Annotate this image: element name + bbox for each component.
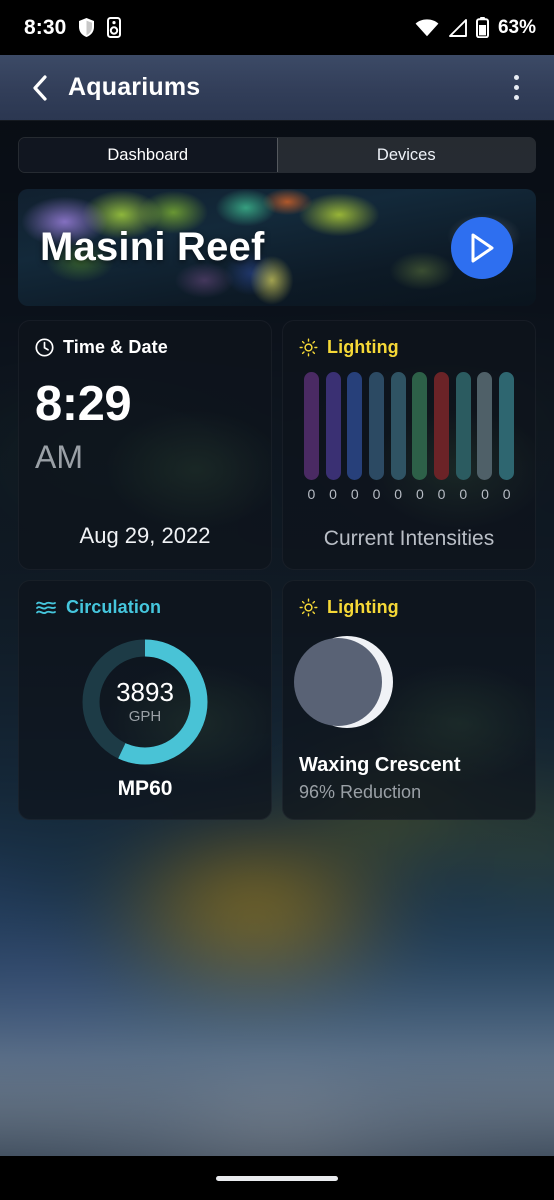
intensity-value-label: 0 [307, 486, 316, 502]
lighting-moon-card[interactable]: Lighting Waxing Crescent 96% Reduction [282, 580, 536, 820]
card-title: Time & Date [63, 337, 168, 357]
flow-unit: GPH [128, 708, 162, 726]
intensity-value-label: 0 [394, 486, 403, 502]
waves-icon [36, 601, 56, 614]
intensity-bar [347, 372, 363, 480]
moon-shadow-disc [294, 638, 382, 726]
battery-percent-label: 63% [497, 16, 536, 38]
overflow-menu-button[interactable] [498, 68, 534, 108]
circulation-card[interactable]: Circulation 3893 GPH MP60 [18, 580, 272, 820]
aquarium-name: Masini Reef [40, 225, 265, 269]
app-bar: Aquariums [0, 55, 554, 120]
intensity-value-label: 0 [459, 486, 468, 502]
intensity-bar [412, 372, 428, 480]
aquarium-hero-card[interactable]: Masini Reef [18, 189, 536, 306]
card-header: Lighting [299, 337, 519, 358]
clock-icon [35, 338, 54, 357]
overflow-dot [513, 95, 519, 100]
intensity-bar [303, 372, 319, 480]
overflow-dot [513, 85, 519, 90]
intensity-channel: 0 [389, 372, 408, 502]
wifi-icon [415, 18, 439, 36]
intensity-bar [390, 372, 406, 480]
intensity-bar [499, 372, 515, 480]
intensity-value-label: 0 [481, 486, 489, 502]
intensity-value-label: 0 [502, 486, 511, 502]
intensity-bar [434, 372, 450, 480]
sun-icon [299, 338, 318, 357]
intensity-bar [325, 372, 341, 480]
chevron-left-icon [33, 74, 47, 101]
intensity-bar-chart: 0000000000 [299, 372, 519, 502]
flow-gauge-center: 3893 GPH [77, 634, 213, 770]
intensity-channel: 0 [345, 372, 364, 502]
home-indicator[interactable] [216, 1175, 338, 1181]
circulation-device-name: MP60 [117, 777, 173, 800]
back-button[interactable] [22, 70, 58, 106]
lighting-intensities-card[interactable]: Lighting 0000000000 Current Intensities [282, 320, 536, 570]
intensity-channel: 0 [454, 372, 473, 502]
waxing-crescent-moon-icon [294, 636, 393, 728]
sun-icon [299, 598, 318, 617]
speaker-key-icon [107, 17, 122, 38]
play-icon [471, 233, 494, 262]
current-time: 8:29 [35, 377, 132, 431]
cell-signal-icon [449, 18, 467, 37]
tab-devices[interactable]: Devices [276, 138, 535, 172]
intensity-value-label: 0 [372, 486, 381, 502]
intensity-channel: 0 [302, 372, 321, 502]
intensity-value-label: 0 [437, 486, 446, 502]
tab-dashboard[interactable]: Dashboard [19, 138, 277, 172]
dashboard-card-grid: Time & Date 8:29 AM Aug 29, 2022 Lightin… [18, 320, 536, 820]
intensities-caption: Current Intensities [323, 527, 495, 550]
page-title: Aquariums [68, 73, 201, 101]
intensity-value-label: 0 [415, 486, 424, 502]
intensity-channel: 0 [367, 372, 386, 502]
current-time-ampm: AM [35, 439, 83, 475]
intensity-channel: 0 [432, 372, 451, 502]
intensity-channel: 0 [324, 372, 343, 502]
moon-phase-label: Waxing Crescent [299, 754, 461, 776]
overflow-dot [513, 75, 519, 80]
card-title: Circulation [66, 597, 162, 617]
card-header: Lighting [299, 597, 519, 618]
intensity-value-label: 0 [329, 486, 337, 502]
flow-value: 3893 [116, 676, 174, 707]
intensity-channel: 0 [497, 372, 516, 502]
status-bar-clock: 8:30 [24, 15, 67, 39]
card-header: Time & Date [35, 337, 255, 358]
vpn-shield-icon [79, 18, 95, 37]
dashboard-content: Dashboard Devices Masini Reef Time & Dat… [0, 137, 554, 820]
intensity-bar [477, 372, 493, 480]
card-title: Lighting [327, 597, 399, 617]
moon-reduction-label: 96% Reduction [299, 782, 422, 802]
status-bar: 8:30 63% [0, 0, 554, 55]
flow-gauge: 3893 GPH [77, 634, 213, 770]
play-button[interactable] [451, 216, 513, 279]
intensity-bar [368, 372, 384, 480]
intensity-channel: 0 [476, 372, 495, 502]
battery-icon [475, 17, 489, 38]
card-title: Lighting [327, 337, 399, 357]
intensity-bar [455, 372, 471, 480]
time-and-date-card[interactable]: Time & Date 8:29 AM Aug 29, 2022 [18, 320, 272, 570]
system-navigation-bar [0, 1156, 554, 1200]
intensity-value-label: 0 [350, 486, 359, 502]
current-date: Aug 29, 2022 [79, 523, 211, 548]
tab-bar: Dashboard Devices [18, 137, 536, 173]
card-header: Circulation [35, 597, 161, 618]
intensity-channel: 0 [411, 372, 430, 502]
